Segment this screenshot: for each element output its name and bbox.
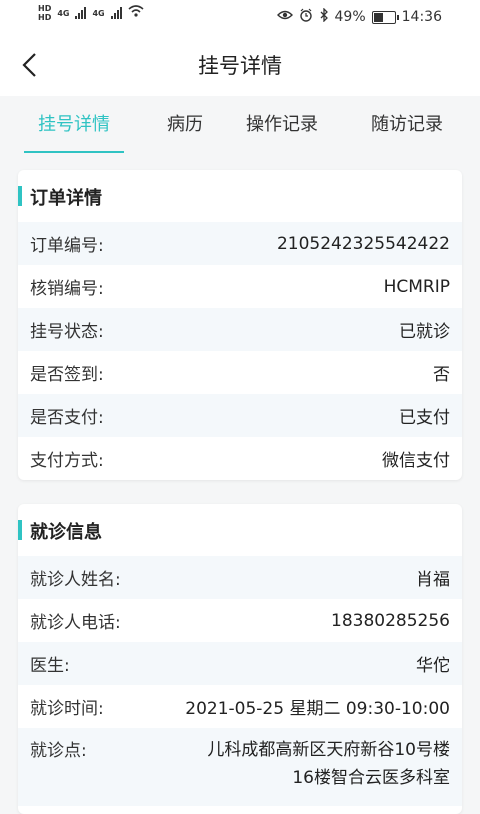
row-label: 就诊人姓名: xyxy=(30,570,121,590)
page-title: 挂号详情 xyxy=(198,54,282,78)
signal-icon-2 xyxy=(110,7,122,19)
paid-row: 是否支付: 已支付 xyxy=(18,394,462,437)
tab-bar: 挂号详情 病历 操作记录 随访记录 xyxy=(0,96,480,154)
row-value: 18380285256 xyxy=(331,610,450,631)
row-label: 就诊时间: xyxy=(30,699,104,719)
section-accent-bar xyxy=(18,520,22,540)
row-label: 核销编号: xyxy=(30,279,104,299)
row-value: 微信支付 xyxy=(382,451,450,471)
visit-location-row: 就诊点: 儿科成都高新区天府新谷10号楼 16楼智合云医多科室 xyxy=(18,728,462,806)
status-left: HD HD 4G 4G xyxy=(38,4,144,22)
status-bar: HD HD 4G 4G 49% 14:36 xyxy=(0,0,480,36)
checked-in-row: 是否签到: 否 xyxy=(18,351,462,394)
doctor-row: 医生: 华佗 xyxy=(18,642,462,685)
row-label: 是否签到: xyxy=(30,365,104,385)
row-label: 挂号状态: xyxy=(30,322,104,342)
tab-followup-record[interactable]: 随访记录 xyxy=(352,110,462,136)
eye-icon xyxy=(276,9,293,25)
signal-icon xyxy=(75,7,87,19)
nav-bar: 挂号详情 xyxy=(0,36,480,96)
network-4g-1: 4G xyxy=(57,8,70,18)
row-value: 否 xyxy=(433,365,450,385)
bluetooth-icon xyxy=(319,7,329,26)
row-value: 儿科成都高新区天府新谷10号楼 16楼智合云医多科室 xyxy=(207,736,450,792)
tab-medical-record[interactable]: 病历 xyxy=(130,110,240,136)
active-tab-indicator xyxy=(24,151,124,153)
row-value: 已就诊 xyxy=(399,322,450,342)
row-value: 已支付 xyxy=(399,408,450,428)
alarm-icon xyxy=(299,8,313,26)
card-header: 就诊信息 xyxy=(18,504,462,556)
visit-time-row: 就诊时间: 2021-05-25 星期二 09:30-10:00 xyxy=(18,685,462,728)
row-label: 就诊人电话: xyxy=(30,613,121,633)
row-label: 是否支付: xyxy=(30,408,104,428)
patient-name-row: 就诊人姓名: 肖福 xyxy=(18,556,462,599)
row-label: 支付方式: xyxy=(30,451,104,471)
visit-info-card: 就诊信息 就诊人姓名: 肖福 就诊人电话: 18380285256 医生: 华佗… xyxy=(18,504,462,814)
row-value: HCMRIP xyxy=(383,276,450,297)
section-accent-bar xyxy=(18,186,22,206)
row-value: 2021-05-25 星期二 09:30-10:00 xyxy=(185,699,450,719)
hd-label-1: HD xyxy=(38,4,52,13)
payment-method-row: 支付方式: 微信支付 xyxy=(18,437,462,480)
section-title: 订单详情 xyxy=(30,188,102,209)
order-number-row: 订单编号: 2105242325542422 xyxy=(18,222,462,265)
card-header: 订单详情 xyxy=(18,170,462,222)
location-line-1: 儿科成都高新区天府新谷10号楼 xyxy=(207,740,450,760)
row-value: 2105242325542422 xyxy=(276,233,450,254)
row-label: 订单编号: xyxy=(30,236,104,256)
network-4g-2: 4G xyxy=(92,8,105,18)
patient-phone-row: 就诊人电话: 18380285256 xyxy=(18,599,462,642)
battery-icon xyxy=(371,10,399,24)
wifi-icon xyxy=(128,5,144,21)
row-label: 就诊点: xyxy=(30,741,87,761)
row-label: 医生: xyxy=(30,656,70,676)
clock-time: 14:36 xyxy=(401,9,442,25)
tab-registration-details[interactable]: 挂号详情 xyxy=(19,110,129,136)
location-line-2: 16楼智合云医多科室 xyxy=(292,768,450,788)
hd-label-2: HD xyxy=(38,13,52,22)
battery-percent: 49% xyxy=(334,9,366,25)
row-value: 肖福 xyxy=(416,570,450,590)
row-value: 华佗 xyxy=(416,656,450,676)
registration-status-row: 挂号状态: 已就诊 xyxy=(18,308,462,351)
order-details-card: 订单详情 订单编号: 2105242325542422 核销编号: HCMRIP… xyxy=(18,170,462,480)
tab-operation-log[interactable]: 操作记录 xyxy=(227,110,337,136)
network-type: HD HD xyxy=(38,4,51,22)
section-title: 就诊信息 xyxy=(30,522,102,543)
verification-code-row: 核销编号: HCMRIP xyxy=(18,265,462,308)
status-right: 49% 14:36 xyxy=(276,7,442,26)
